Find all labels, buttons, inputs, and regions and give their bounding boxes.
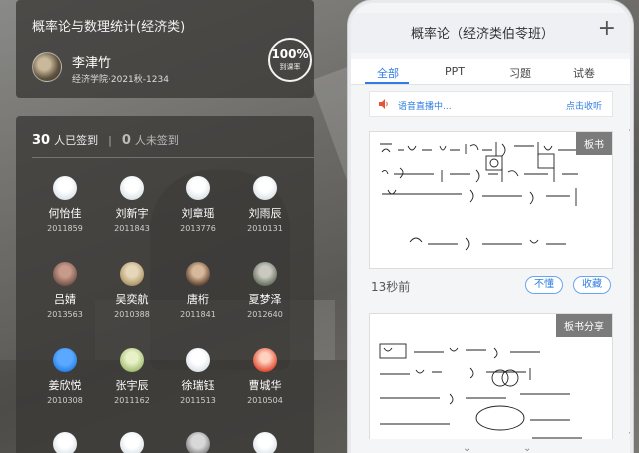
avatar — [186, 432, 210, 453]
attendance-rate-value: 100% — [271, 47, 309, 61]
avatar — [186, 262, 210, 286]
live-status-text: 语音直播中... — [398, 102, 452, 112]
board-timestamp: 13秒前 — [371, 280, 411, 294]
course-title: 概率论与数理统计(经济类) — [32, 20, 186, 35]
student-id: 2011841 — [180, 310, 216, 319]
student-item[interactable] — [97, 432, 167, 453]
avatar — [120, 348, 144, 372]
student-name: 夏梦泽 — [248, 293, 282, 306]
avatar — [253, 262, 277, 286]
student-id: 2011162 — [114, 396, 150, 405]
student-item[interactable]: 吴奕航 2010388 — [97, 262, 167, 319]
student-item[interactable] — [30, 432, 100, 453]
student-id: 2010308 — [47, 396, 83, 405]
student-name: 姜欣悦 — [48, 379, 82, 392]
divider: | — [108, 134, 112, 147]
scroll-down-icon[interactable]: ▼ — [629, 431, 630, 438]
student-item[interactable]: 唐桁 2011841 — [163, 262, 233, 319]
avatar — [120, 432, 144, 453]
student-name: 张宇辰 — [115, 379, 149, 392]
student-item[interactable]: 何怡佳 2011859 — [30, 176, 100, 233]
prev-icon[interactable]: ⌄ — [463, 443, 471, 453]
student-name: 吕婧 — [54, 293, 76, 306]
listen-link[interactable]: 点击收听 — [566, 99, 602, 112]
active-tab-indicator — [365, 82, 409, 84]
tab-bar: 全部 PPT 习题 试卷 — [351, 59, 630, 85]
student-item[interactable]: 刘雨辰 2010131 — [230, 176, 300, 233]
tab-ppt[interactable]: PPT — [445, 65, 465, 78]
avatar — [120, 262, 144, 286]
next-icon[interactable]: ⌄ — [523, 443, 531, 453]
attendance-rate-label: 到课率 — [279, 63, 301, 71]
student-item[interactable]: 吕婧 2013563 — [30, 262, 100, 319]
divider — [32, 157, 314, 158]
student-name: 刘章瑶 — [181, 207, 215, 220]
student-item[interactable]: 刘新宇 2011843 — [97, 176, 167, 233]
student-name: 刘新宇 — [115, 207, 149, 220]
add-icon[interactable]: + — [598, 15, 616, 43]
tab-exercises[interactable]: 习题 — [509, 65, 531, 81]
favorite-button[interactable]: 收藏 — [573, 276, 611, 294]
student-name: 刘雨辰 — [248, 207, 282, 220]
student-name: 曹城华 — [248, 379, 282, 392]
student-id: 2013776 — [180, 224, 216, 233]
avatar — [53, 432, 77, 453]
student-item[interactable] — [230, 432, 300, 453]
board-note-2[interactable]: 板书分享 — [369, 313, 613, 453]
avatar — [253, 348, 277, 372]
student-id: 2011513 — [180, 396, 216, 405]
student-item[interactable]: 张宇辰 2011162 — [97, 348, 167, 405]
speaker-icon — [379, 99, 388, 109]
signin-card: 30 人已签到 | 0 人未签到 何怡佳 2011859 刘新宇 2011843 刘章瑶 2013… — [16, 116, 314, 453]
unsigned-label: 人未签到 — [134, 134, 179, 147]
student-name: 何怡佳 — [48, 207, 82, 220]
board-tag: 板书 — [576, 132, 612, 155]
signed-label: 人已签到 — [54, 134, 99, 147]
course-card: 概率论与数理统计(经济类) 李津竹 经济学院·2021秋-1234 100% 到… — [16, 0, 314, 98]
avatar — [53, 262, 77, 286]
student-name: 李津竹 — [72, 56, 112, 71]
student-id: 2010504 — [247, 396, 283, 405]
student-meta: 经济学院·2021秋-1234 — [72, 75, 169, 85]
unclear-button[interactable]: 不懂 — [525, 276, 563, 294]
scrollbar-thumb[interactable] — [630, 139, 633, 223]
avatar — [186, 176, 210, 200]
board-note-1[interactable]: 板书 — [369, 131, 613, 269]
student-item[interactable]: 刘章瑶 2013776 — [163, 176, 233, 233]
student-id: 2011843 — [114, 224, 150, 233]
phone-bottom-bar: ⌄ ⌄ — [351, 439, 630, 453]
avatar — [253, 176, 277, 200]
avatar — [120, 176, 144, 200]
avatar — [32, 52, 62, 82]
student-name: 徐瑞钰 — [181, 379, 215, 392]
avatar — [186, 348, 210, 372]
student-item[interactable]: 姜欣悦 2010308 — [30, 348, 100, 405]
live-audio-bar: 语音直播中... 点击收听 — [369, 91, 613, 117]
tab-exams[interactable]: 试卷 — [573, 65, 595, 81]
page-title: 概率论（经济类伯苓班） — [411, 27, 555, 42]
tab-all[interactable]: 全部 — [377, 65, 399, 81]
student-id: 2010388 — [114, 310, 150, 319]
student-id: 2011859 — [47, 224, 83, 233]
signin-summary: 30 人已签到 | 0 人未签到 — [32, 132, 179, 148]
scrollbar[interactable] — [630, 131, 633, 441]
student-id: 2010131 — [247, 224, 283, 233]
student-item[interactable]: 徐瑞钰 2011513 — [163, 348, 233, 405]
student-id: 2013563 — [47, 310, 83, 319]
avatar — [53, 176, 77, 200]
student-item[interactable] — [163, 432, 233, 453]
student-name: 唐桁 — [187, 293, 209, 306]
scroll-up-icon[interactable]: ▲ — [629, 125, 630, 132]
unsigned-count: 0 — [121, 133, 131, 148]
student-item[interactable]: 夏梦泽 2012640 — [230, 262, 300, 319]
avatar — [253, 432, 277, 453]
avatar — [53, 348, 77, 372]
student-id: 2012640 — [247, 310, 283, 319]
phone-panel: 概率论（经济类伯苓班） + 全部 PPT 习题 试卷 语音直播中... 点击收听 — [348, 0, 633, 453]
attendance-rate-badge: 100% 到课率 — [268, 38, 312, 82]
student-item[interactable]: 曹城华 2010504 — [230, 348, 300, 405]
student-name: 吴奕航 — [115, 293, 149, 306]
signed-count: 30 — [32, 133, 51, 148]
board-tag: 板书分享 — [556, 314, 612, 337]
